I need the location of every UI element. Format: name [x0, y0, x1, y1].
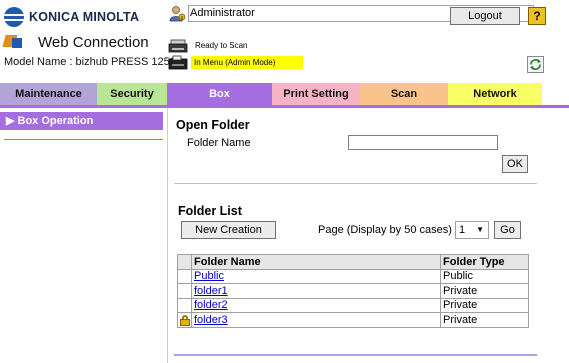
folder-table: Folder Name Folder Type Public Public fo… [177, 254, 529, 328]
folder-link[interactable]: folder1 [194, 285, 228, 297]
footer-divider [174, 354, 537, 356]
sidebar-divider [4, 139, 163, 140]
tab-maintenance[interactable]: Maintenance [0, 83, 97, 105]
go-button[interactable]: Go [494, 221, 521, 239]
brand-name: KONICA MINOLTA [29, 10, 140, 24]
logout-button[interactable]: Logout [450, 7, 520, 25]
model-name: Model Name : bizhub PRESS 1250 [4, 56, 176, 68]
printer-ready-icon [168, 39, 188, 53]
column-header-folder-type: Folder Type [440, 254, 529, 270]
product-logo: Web Connection [2, 33, 149, 51]
printer-admin-icon [168, 55, 188, 70]
pagescope-logo-icon [2, 33, 34, 51]
folder-name-label: Folder Name [187, 137, 251, 149]
table-row: folder3 Private [177, 312, 529, 328]
tab-print-setting[interactable]: Print Setting [272, 83, 360, 105]
tab-scan[interactable]: Scan [360, 83, 448, 105]
row-icon-cell [177, 297, 192, 313]
chevron-down-icon: ▼ [476, 225, 484, 234]
sidebar-item-box-operation[interactable]: ▶ Box Operation [0, 112, 163, 130]
folder-name-cell: folder3 [191, 312, 441, 328]
main-tabs: Maintenance Security Box Print Setting S… [0, 83, 569, 105]
table-row: Public Public [177, 268, 529, 284]
tab-network[interactable]: Network [448, 83, 542, 105]
user-name: Administrator [190, 7, 255, 19]
row-icon-cell [177, 283, 192, 299]
page-select-value: 1 [459, 224, 466, 236]
refresh-icon [530, 59, 541, 70]
folder-type-cell: Private [440, 283, 529, 299]
administrator-icon [169, 6, 186, 22]
folder-type-cell: Private [440, 297, 529, 313]
table-row: folder2 Private [177, 297, 529, 313]
ok-button[interactable]: OK [502, 155, 528, 173]
folder-link[interactable]: folder3 [194, 314, 228, 326]
section-divider [174, 183, 537, 184]
page-select[interactable]: 1 ▼ [455, 221, 489, 239]
folder-link[interactable]: folder2 [194, 299, 228, 311]
page-label: Page (Display by 50 cases) [318, 224, 452, 236]
folder-type-cell: Public [440, 268, 529, 284]
konica-minolta-logo-icon [4, 7, 24, 27]
folder-name-input[interactable] [348, 135, 498, 150]
help-icon[interactable]: ? [528, 7, 546, 25]
open-folder-title: Open Folder [176, 118, 250, 132]
table-header-icon-cell [177, 254, 192, 270]
folder-link[interactable]: Public [194, 270, 224, 282]
folder-type-cell: Private [440, 312, 529, 328]
folder-name-cell: Public [191, 268, 441, 284]
tab-filler [542, 83, 569, 105]
folder-list-title: Folder List [178, 204, 242, 218]
folder-name-cell: folder2 [191, 297, 441, 313]
status-ready: Ready to Scan [195, 41, 248, 50]
lock-icon [179, 314, 190, 326]
column-header-folder-name: Folder Name [191, 254, 441, 270]
tab-security[interactable]: Security [97, 83, 167, 105]
new-creation-button[interactable]: New Creation [181, 221, 276, 239]
folder-name-cell: folder1 [191, 283, 441, 299]
table-header-row: Folder Name Folder Type [177, 254, 529, 270]
status-mode-badge: In Menu (Admin Mode) [191, 56, 303, 69]
table-row: folder1 Private [177, 283, 529, 299]
row-icon-cell [177, 312, 192, 328]
product-name: Web Connection [38, 33, 149, 51]
sidebar [0, 108, 168, 363]
tab-box[interactable]: Box [167, 83, 272, 105]
refresh-button[interactable] [527, 56, 544, 73]
brand-logo: KONICA MINOLTA [4, 6, 164, 28]
row-icon-cell [177, 268, 192, 284]
